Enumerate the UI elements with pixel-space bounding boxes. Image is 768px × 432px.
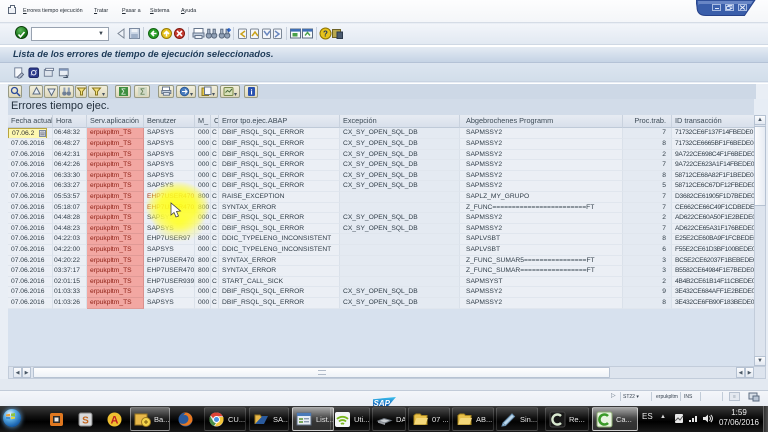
svg-text:Σ: Σ [121,87,126,96]
svg-text:A: A [111,415,119,427]
svg-text:i: i [250,87,252,96]
svg-text:S: S [82,416,89,427]
svg-text:?: ? [323,29,328,38]
svg-text:Σ: Σ [140,87,145,96]
